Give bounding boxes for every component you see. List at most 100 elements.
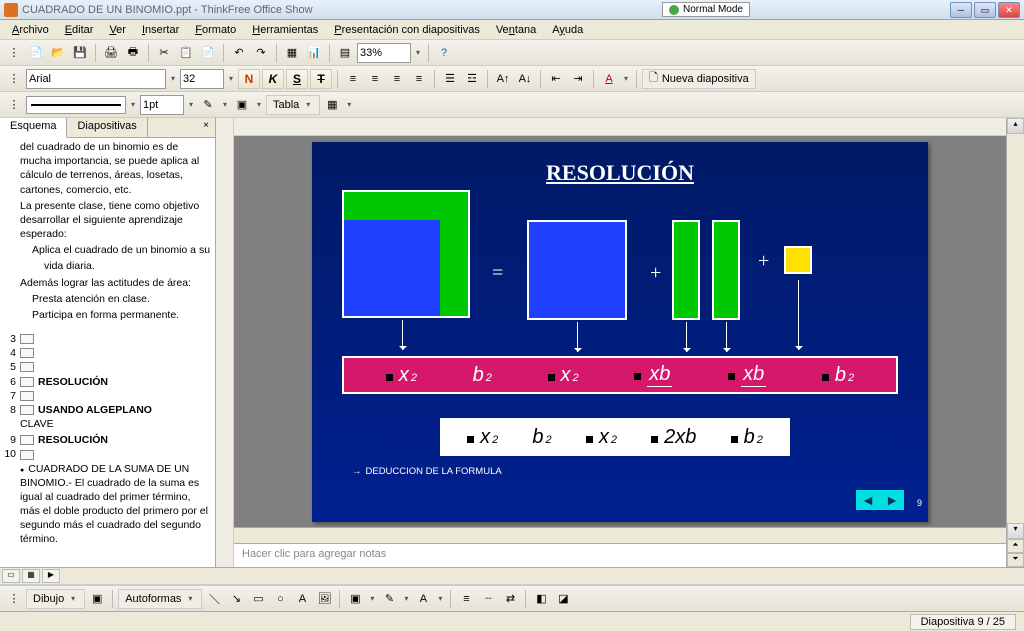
vertical-scrollbar[interactable]: ▴ ▾ ⏶ ⏷ xyxy=(1006,118,1024,567)
zoom-dropdown-icon[interactable]: ▾ xyxy=(413,48,423,57)
next-slide-button[interactable]: ► xyxy=(880,490,904,510)
help-button[interactable]: ? xyxy=(434,43,454,63)
slide-row[interactable]: 3 xyxy=(4,332,211,346)
menu-formato[interactable]: Formato xyxy=(187,22,244,38)
outdent-button[interactable]: ⇤ xyxy=(546,69,566,89)
shadow-button[interactable]: ◧ xyxy=(531,589,551,609)
menu-archivo[interactable]: Archivo xyxy=(4,22,57,38)
decrease-font-button[interactable]: A↓ xyxy=(515,69,535,89)
fill-color-button2[interactable]: ▣ xyxy=(345,589,365,609)
slideshow-button[interactable]: ▶ xyxy=(42,569,60,583)
menu-herramientas[interactable]: Herramientas xyxy=(244,22,326,38)
font-combo[interactable] xyxy=(26,69,166,89)
line-tool-button[interactable]: ＼ xyxy=(204,589,224,609)
line-color-button2[interactable]: ✎ xyxy=(379,589,399,609)
size-dropdown-icon[interactable]: ▾ xyxy=(226,74,236,83)
slide-row[interactable]: 10 xyxy=(4,447,211,461)
menu-ventana[interactable]: Ventana xyxy=(488,22,544,38)
scroll-down-button[interactable]: ▾ xyxy=(1007,523,1024,539)
new-slide-button[interactable]: 🗋 Nueva diapositiva xyxy=(642,69,756,89)
menu-ayuda[interactable]: Ayuda xyxy=(544,22,591,38)
maximize-button[interactable]: ▭ xyxy=(974,2,996,18)
normal-view-button[interactable]: ▭ xyxy=(2,569,20,583)
tab-slides[interactable]: Diapositivas xyxy=(67,118,147,137)
align-right-button[interactable]: ≡ xyxy=(387,69,407,89)
3d-button[interactable]: ◪ xyxy=(553,589,573,609)
line-width-dropdown-icon[interactable]: ▾ xyxy=(186,100,196,109)
arrow-tool-button[interactable]: ↘ xyxy=(226,589,246,609)
zoom-combo[interactable] xyxy=(357,43,411,63)
border-button[interactable]: ▦ xyxy=(322,95,342,115)
cut-button[interactable]: ✂ xyxy=(154,43,174,63)
fill-color-button[interactable]: ▣ xyxy=(232,95,252,115)
sorter-view-button[interactable]: ▦ xyxy=(22,569,40,583)
line-width-combo[interactable] xyxy=(140,95,184,115)
save-button[interactable]: 💾 xyxy=(70,43,90,63)
bold-button[interactable]: N xyxy=(238,69,260,89)
insert-chart-button[interactable]: 📊 xyxy=(304,43,324,63)
align-justify-button[interactable]: ≡ xyxy=(409,69,429,89)
align-center-button[interactable]: ≡ xyxy=(365,69,385,89)
line-color-button[interactable]: ✎ xyxy=(198,95,218,115)
paste-button[interactable]: 📄 xyxy=(198,43,218,63)
textbox-button[interactable]: A xyxy=(292,589,312,609)
slide-row[interactable]: 7 xyxy=(4,389,211,403)
rect-tool-button[interactable]: ▭ xyxy=(248,589,268,609)
open-button[interactable]: 📂 xyxy=(48,43,68,63)
font-color-button[interactable]: A xyxy=(599,69,619,89)
italic-button[interactable]: K xyxy=(262,69,284,89)
table-button[interactable]: Tabla▾ xyxy=(266,95,320,115)
menu-editar[interactable]: Editar xyxy=(57,22,102,38)
scroll-up-button[interactable]: ▴ xyxy=(1007,118,1024,134)
underline-button[interactable]: S xyxy=(286,69,308,89)
menu-ver[interactable]: Ver xyxy=(101,22,134,38)
dash-style-button[interactable]: ┈ xyxy=(478,589,498,609)
font-dropdown-icon[interactable]: ▾ xyxy=(168,74,178,83)
grid-button[interactable]: ▤ xyxy=(335,43,355,63)
slide[interactable]: RESOLUCIÓN = + + xyxy=(312,142,928,522)
slide-row[interactable]: 6RESOLUCIÓN xyxy=(4,375,211,389)
increase-font-button[interactable]: A↑ xyxy=(493,69,513,89)
slide-row[interactable]: 5 xyxy=(4,360,211,374)
arrow-style-button[interactable]: ⇄ xyxy=(500,589,520,609)
menu-presentacion[interactable]: Presentación con diapositivas xyxy=(326,22,488,38)
line-style-combo[interactable] xyxy=(26,96,126,114)
select-button[interactable]: ▣ xyxy=(87,589,107,609)
numbering-button[interactable]: ☲ xyxy=(462,69,482,89)
outline-content[interactable]: del cuadrado de un binomio es de mucha i… xyxy=(0,138,215,567)
print-button[interactable]: 🖶 xyxy=(123,43,143,63)
draw-menu-button[interactable]: Dibujo▾ xyxy=(26,589,85,609)
notes-panel[interactable]: Hacer clic para agregar notas xyxy=(234,543,1006,567)
prev-slide-button[interactable]: ◄ xyxy=(856,490,880,510)
tab-outline[interactable]: Esquema xyxy=(0,118,67,138)
indent-button[interactable]: ⇥ xyxy=(568,69,588,89)
text-color-button[interactable]: A xyxy=(413,589,433,609)
redo-button[interactable]: ↷ xyxy=(251,43,271,63)
fontsize-combo[interactable] xyxy=(180,69,224,89)
copy-button[interactable]: 📋 xyxy=(176,43,196,63)
insert-table-button[interactable]: ▦ xyxy=(282,43,302,63)
print-preview-button[interactable]: 🖨 xyxy=(101,43,121,63)
slide-row[interactable]: 9RESOLUCIÓN xyxy=(4,433,211,447)
slide-canvas[interactable]: RESOLUCIÓN = + + xyxy=(234,136,1006,527)
menu-insertar[interactable]: Insertar xyxy=(134,22,187,38)
slide-row[interactable]: 4 xyxy=(4,346,211,360)
new-button[interactable]: 📄 xyxy=(26,43,46,63)
panel-close-button[interactable]: × xyxy=(197,118,215,137)
image-button[interactable]: 🖼 xyxy=(314,589,334,609)
slide-row[interactable]: 8USANDO ALGEPLANO xyxy=(4,403,211,417)
strike-button[interactable]: T xyxy=(310,69,332,89)
horizontal-scrollbar[interactable] xyxy=(234,527,1006,543)
line-style-dropdown-icon[interactable]: ▾ xyxy=(128,100,138,109)
align-left-button[interactable]: ≡ xyxy=(343,69,363,89)
undo-button[interactable]: ↶ xyxy=(229,43,249,63)
next-slide-scroll[interactable]: ⏷ xyxy=(1007,553,1024,567)
prev-slide-scroll[interactable]: ⏶ xyxy=(1007,539,1024,553)
minimize-button[interactable]: ─ xyxy=(950,2,972,18)
bullets-button[interactable]: ☰ xyxy=(440,69,460,89)
close-button[interactable]: ✕ xyxy=(998,2,1020,18)
autoshapes-button[interactable]: Autoformas▾ xyxy=(118,589,202,609)
font-color-dropdown-icon[interactable]: ▾ xyxy=(621,74,631,83)
line-style-button[interactable]: ≡ xyxy=(456,589,476,609)
oval-tool-button[interactable]: ○ xyxy=(270,589,290,609)
